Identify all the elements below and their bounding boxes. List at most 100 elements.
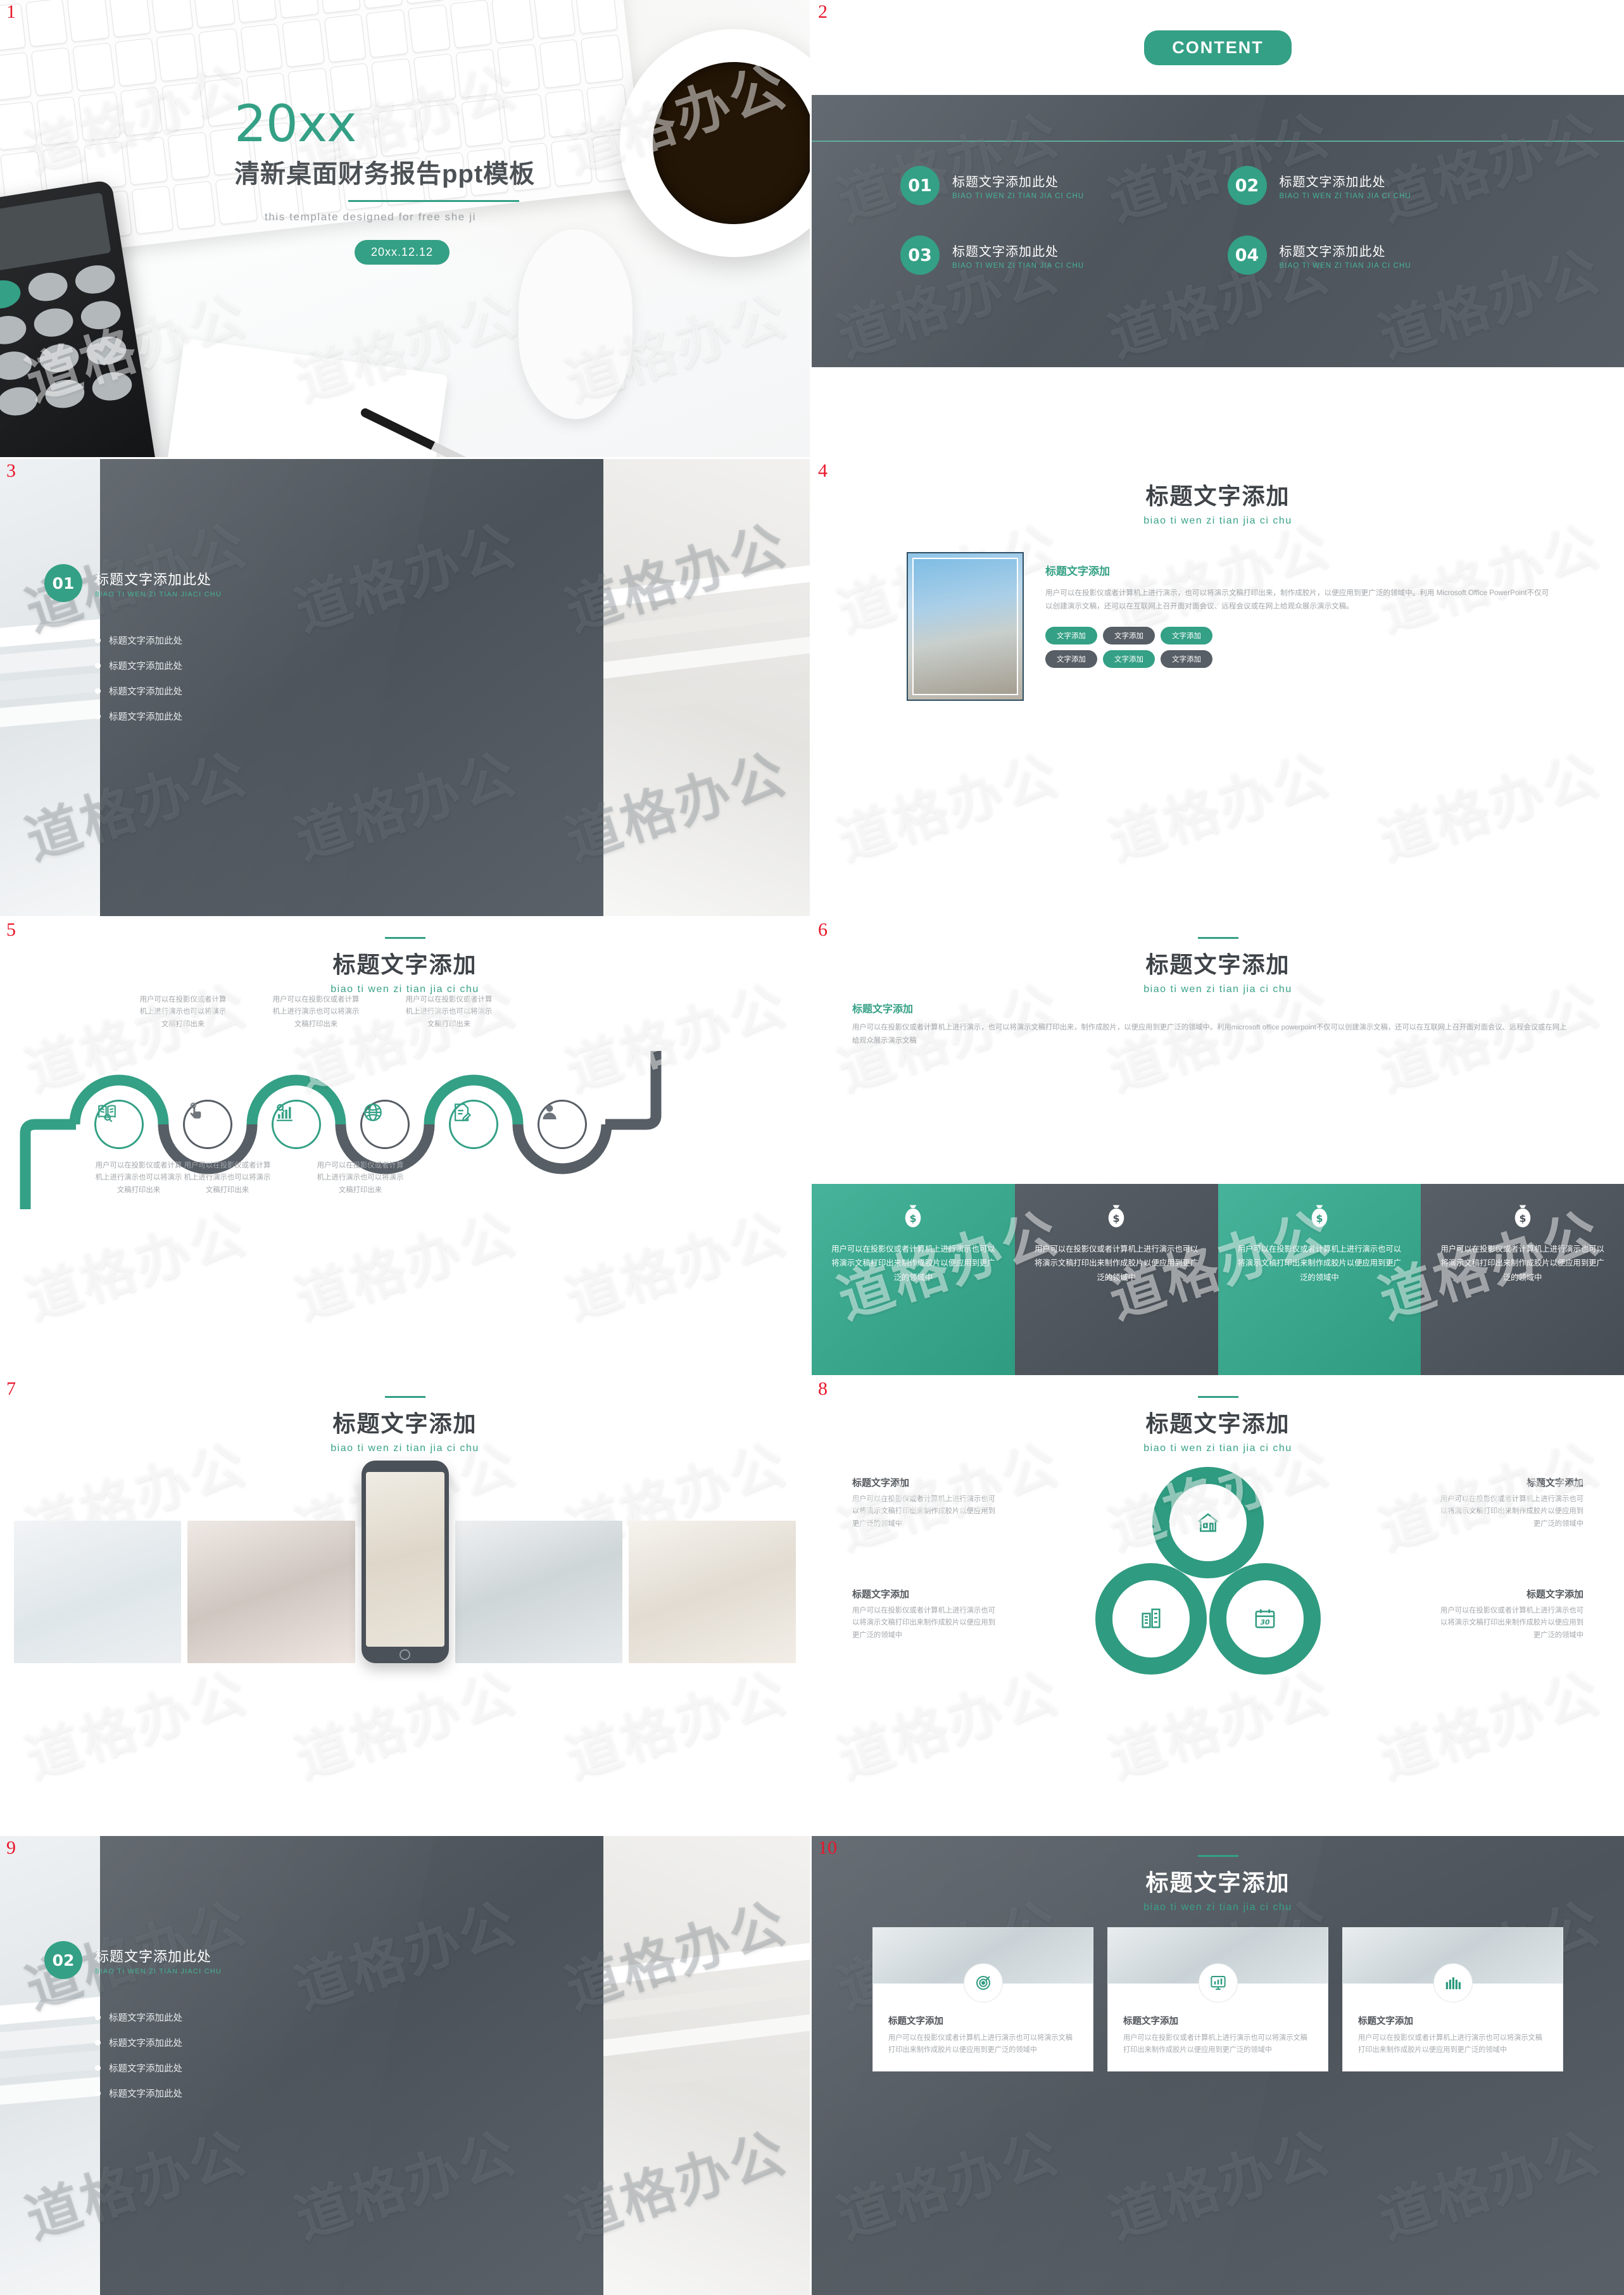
content-item[interactable]: 02 标题文字添加此处 BIAO TI WEN ZI TIAN JIA CI C… [1227, 166, 1555, 205]
cover-divider [348, 200, 519, 202]
slide-9-section-divider[interactable]: 道格办公 道格办公 道格办公 道格办公 道格办公 道格办公 02 标题文字添加此… [0, 1836, 812, 2295]
section-number: 02 [44, 1941, 82, 1979]
page-title: 标题文字添加 [332, 952, 477, 978]
card-title: 标题文字添加 [888, 2016, 943, 2027]
tag-chip[interactable]: 文字添加 [1045, 650, 1097, 669]
timeline-node-6[interactable] [538, 1100, 587, 1149]
target-icon [976, 1976, 990, 1990]
list-item: 标题文字添加此处 [95, 2061, 182, 2075]
column-card[interactable]: $ 用户可以在投影仪或者计算机上进行演示也可以将演示文稿打印出来制作成胶片以便应… [812, 1184, 1015, 1375]
page-title: 标题文字添加 [1145, 952, 1290, 978]
section-pinyin: BIAO TI WEN ZI TIAN JIACI CHU [95, 590, 222, 598]
card-icon-bubble [963, 1963, 1003, 2003]
block-paragraph: 用户可以在投影仪或者计算机上进行演示也可以将演示文稿打印出来制作成胶片以便应用到… [1440, 1607, 1583, 1639]
intro-block: 标题文字添加 用户可以在投影仪或者计算机上进行演示，也可以将演示文稿打印出来，制… [812, 995, 1624, 1048]
card-photo [1343, 1928, 1563, 2003]
content-pill-label: CONTENT [1144, 30, 1292, 65]
house-icon [1198, 1513, 1218, 1532]
content-item-pinyin: BIAO TI WEN ZI TIAN JIA CI CHU [1279, 192, 1411, 200]
cover-text-block: 20xx 清新桌面财务报告ppt模板 this template designe… [234, 99, 677, 265]
content-item[interactable]: 03 标题文字添加此处 BIAO TI WEN ZI TIAN JIA CI C… [900, 236, 1228, 275]
phone-mockup[interactable] [361, 1461, 449, 1663]
slide-10-three-cards[interactable]: 道格办公 道格办公 道格办公 道格办公 道格办公 道格办公 标题文字添加 bia… [812, 1836, 1624, 2295]
title-rule [1197, 1396, 1238, 1398]
column-card[interactable]: $ 用户可以在投影仪或者计算机上进行演示也可以将演示文稿打印出来制作成胶片以便应… [1014, 1184, 1218, 1375]
gallery-photo[interactable] [455, 1521, 622, 1663]
bar-chart-icon [276, 1103, 293, 1121]
ring-top[interactable] [1152, 1467, 1264, 1578]
venn-layout: 标题文字添加 用户可以在投影仪或者计算机上进行演示也可以将演示文稿打印出来制作成… [812, 1454, 1624, 1758]
timeline-node-2[interactable] [183, 1100, 232, 1149]
slide-6-four-columns[interactable]: 标题文字添加 biao ti wen zi tian jia ci chu 标题… [812, 918, 1624, 1377]
tag-chip[interactable]: 文字添加 [1103, 650, 1155, 669]
block-title: 标题文字添加 [852, 1478, 910, 1488]
slide-1-cover[interactable]: 20xx 清新桌面财务报告ppt模板 this template designe… [0, 0, 812, 459]
slide-7-gallery[interactable]: 标题文字添加 biao ti wen zi tian jia ci chu 道格… [0, 1377, 812, 1836]
gallery-photo[interactable] [187, 1521, 355, 1663]
page-subtitle: biao ti wen zi tian jia ci chu [330, 1443, 479, 1454]
timeline-node-3[interactable] [272, 1100, 321, 1149]
cover-title: 清新桌面财务报告ppt模板 [234, 160, 536, 188]
slide-header: 标题文字添加 biao ti wen zi tian jia ci chu [812, 918, 1624, 995]
edit-note-icon [454, 1103, 472, 1122]
slide-number: 2 [818, 1, 828, 22]
gallery-photo[interactable] [628, 1521, 796, 1663]
section-subtitle: 标题文字添加 [852, 1004, 914, 1015]
card-icon-bubble [1433, 1963, 1473, 2003]
timeline-node-5[interactable] [449, 1100, 498, 1149]
content-item-pinyin: BIAO TI WEN ZI TIAN JIA CI CHU [1279, 261, 1411, 270]
venn-rings: 30 [1069, 1467, 1347, 1720]
tag-chip[interactable]: 文字添加 [1161, 627, 1212, 645]
column-card[interactable]: $ 用户可以在投影仪或者计算机上进行演示也可以将演示文稿打印出来制作成胶片以便应… [1421, 1184, 1624, 1375]
content-row: 标题文字添加 用户可以在投影仪或者计算机上进行演示，也可以将演示文稿打印出来，制… [812, 527, 1624, 701]
timeline-node-1[interactable] [94, 1100, 144, 1149]
tag-chip[interactable]: 文字添加 [1103, 627, 1155, 645]
slide-2-content[interactable]: CONTENT 道格办公 道格办公 道格办公 道格办公 道格办公 道格办公 01… [812, 0, 1624, 459]
slide-number: 10 [818, 1837, 837, 1858]
slide-3-section-divider[interactable]: 道格办公 道格办公 道格办公 道格办公 道格办公 道格办公 01 标题文字添加此… [0, 459, 812, 918]
timeline-diagram: 用户可以在投影仪或者计算机上进行演示也可以将演示文稿打印出来 用户可以在投影仪或… [0, 996, 810, 1273]
list-item: 标题文字添加此处 [95, 2087, 182, 2100]
info-card[interactable]: 标题文字添加 用户可以在投影仪或者计算机上进行演示也可以将演示文稿打印出来制作成… [872, 1927, 1093, 2072]
slide-number: 6 [818, 919, 828, 940]
ring-left[interactable] [1095, 1563, 1207, 1675]
section-title: 标题文字添加此处 [95, 1948, 212, 1965]
tag-chip[interactable]: 文字添加 [1045, 627, 1097, 645]
timeline-caption: 用户可以在投影仪或者计算机上进行演示也可以将演示文稿打印出来 [272, 996, 360, 1028]
text-column: 标题文字添加 用户可以在投影仪或者计算机上进行演示，也可以将演示文稿打印出来，制… [1045, 552, 1554, 701]
timeline-caption: 用户可以在投影仪或者计算机上进行演示也可以将演示文稿打印出来 [317, 1162, 404, 1194]
slide-5-timeline[interactable]: 标题文字添加 biao ti wen zi tian jia ci chu 用户… [0, 918, 812, 1377]
building-icon [1142, 1608, 1161, 1628]
slide-header: 标题文字添加 biao ti wen zi tian jia ci chu [812, 459, 1624, 527]
info-card[interactable]: 标题文字添加 用户可以在投影仪或者计算机上进行演示也可以将演示文稿打印出来制作成… [1107, 1927, 1328, 2072]
timeline-node-4[interactable] [360, 1100, 410, 1149]
card-photo [1108, 1928, 1328, 2003]
section-number: 01 [44, 564, 82, 602]
content-item-title: 标题文字添加此处 [1279, 175, 1386, 189]
svg-text:$: $ [910, 1212, 917, 1224]
content-item[interactable]: 04 标题文字添加此处 BIAO TI WEN ZI TIAN JIA CI C… [1227, 236, 1555, 275]
content-item-title: 标题文字添加此处 [952, 244, 1059, 259]
title-rule [1197, 1855, 1238, 1857]
content-item[interactable]: 01 标题文字添加此处 BIAO TI WEN ZI TIAN JIA CI C… [900, 166, 1228, 205]
slide-header: 标题文字添加 biao ti wen zi tian jia ci chu [812, 1836, 1624, 1913]
tag-chip[interactable]: 文字添加 [1161, 650, 1212, 669]
card-paragraph: 用户可以在投影仪或者计算机上进行演示也可以将演示文稿打印出来制作成胶片以便应用到… [1358, 2034, 1542, 2054]
slide-8-venn-rings[interactable]: 标题文字添加 biao ti wen zi tian jia ci chu 标题… [812, 1377, 1624, 1836]
list-item: 标题文字添加此处 [95, 659, 182, 672]
gallery-photo[interactable] [14, 1521, 182, 1663]
slide-number: 9 [6, 1837, 16, 1858]
section-pinyin: BIAO TI WEN ZI TIAN JIACI CHU [95, 1967, 222, 1975]
slide-4-image-text[interactable]: 标题文字添加 biao ti wen zi tian jia ci chu 标题… [812, 459, 1624, 918]
page-subtitle: biao ti wen zi tian jia ci chu [1143, 1902, 1292, 1913]
photo-row [0, 1454, 810, 1663]
content-item-title: 标题文字添加此处 [1279, 244, 1386, 259]
book-search-icon [98, 1105, 116, 1122]
info-card[interactable]: 标题文字添加 用户可以在投影仪或者计算机上进行演示也可以将演示文稿打印出来制作成… [1342, 1927, 1563, 2072]
card-title: 标题文字添加 [1123, 2016, 1178, 2027]
timeline-caption: 用户可以在投影仪或者计算机上进行演示也可以将演示文稿打印出来 [95, 1162, 182, 1194]
column-card[interactable]: $ 用户可以在投影仪或者计算机上进行演示也可以将演示文稿打印出来制作成胶片以便应… [1218, 1184, 1421, 1375]
ring-right[interactable]: 30 [1209, 1563, 1321, 1675]
column-card-text: 用户可以在投影仪或者计算机上进行演示也可以将演示文稿打印出来制作成胶片以便应用到… [1237, 1245, 1401, 1282]
card-photo [873, 1928, 1093, 2003]
